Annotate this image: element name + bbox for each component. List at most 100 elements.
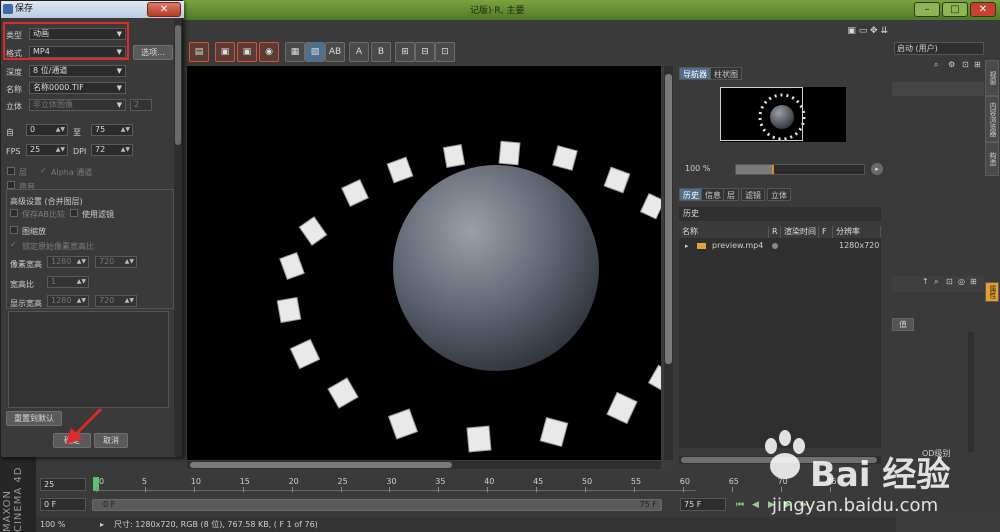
lock-icon[interactable]: ⊡ — [962, 60, 969, 69]
tab-history[interactable]: 历史 — [679, 188, 703, 201]
lock-icon-2[interactable]: ⊡ — [946, 277, 953, 286]
render-view[interactable] — [187, 66, 661, 460]
tick-mark — [242, 487, 244, 492]
spinner-icon[interactable]: ▲▼ — [121, 145, 130, 155]
col-f[interactable]: F — [819, 226, 833, 238]
range-end-label: 75 F — [639, 500, 657, 509]
col-r[interactable]: R — [769, 226, 781, 238]
dialog-close-button[interactable]: ✕ — [147, 2, 181, 17]
stereo-label: 立体 — [6, 102, 22, 111]
set-b-button[interactable]: B — [371, 42, 391, 62]
spinner-icon[interactable]: ▲▼ — [121, 125, 130, 135]
history-title: 历史 — [679, 207, 881, 221]
reset-button[interactable]: 重置到默认 — [6, 411, 62, 426]
navigator-zoom-slider[interactable] — [735, 164, 865, 175]
tab-filters[interactable]: 滤镜 — [741, 188, 765, 201]
side-tab-structure[interactable]: 构造 — [985, 142, 999, 176]
sound-checkbox[interactable] — [7, 181, 15, 189]
tab-layers[interactable]: 层 — [723, 188, 739, 201]
fps-value: 25 — [30, 145, 41, 154]
spinner-icon[interactable]: ▲▼ — [56, 145, 65, 155]
advanced-group — [6, 189, 174, 309]
frame-range-bar[interactable]: 0 F 75 F — [92, 499, 662, 511]
attr-scrollbar[interactable] — [968, 332, 974, 452]
search-icon[interactable]: ⌕ — [934, 60, 938, 70]
options-button[interactable]: 选项... — [133, 45, 173, 60]
expand-arrow-icon[interactable]: ▸ — [685, 240, 689, 252]
tab-histogram[interactable]: 柱状图 — [710, 67, 742, 80]
go-to-start-icon[interactable]: ⏮ — [736, 500, 744, 510]
cube — [289, 338, 321, 370]
tab-stereo[interactable]: 立体 — [767, 188, 791, 201]
ab-swap-button[interactable]: AB — [325, 42, 345, 62]
cube — [539, 416, 569, 448]
save-picture-button[interactable]: ▤ — [189, 42, 209, 62]
gear-icon[interactable]: ⚙ — [948, 60, 955, 69]
cube — [387, 408, 419, 440]
render-region-button[interactable]: ▣ — [215, 42, 235, 62]
from-field[interactable]: 0 ▲▼ — [26, 124, 68, 136]
name-select[interactable]: 名称0000.TIF ▼ — [29, 82, 126, 94]
circle-icon[interactable]: ◎ — [958, 277, 965, 286]
tick-label: 45 — [533, 477, 544, 486]
minimize-button[interactable]: – — [914, 2, 940, 17]
dpi-field[interactable]: 72 ▲▼ — [91, 144, 133, 156]
watermark-url: jingyan.baidu.com — [772, 495, 939, 516]
depth-select[interactable]: 8 位/通道 ▼ — [29, 65, 126, 77]
render-active-button[interactable]: ◉ — [259, 42, 279, 62]
dialog-scrollbar[interactable] — [174, 19, 182, 457]
side-tab-attributes[interactable]: 属性 — [985, 282, 999, 302]
search-icon-2[interactable]: ⌕ — [934, 277, 938, 287]
current-frame-field[interactable]: 25 — [40, 478, 86, 491]
render-vertical-scrollbar[interactable] — [664, 66, 673, 460]
split-button[interactable]: ▧ — [305, 42, 325, 62]
layout-select[interactable]: 启动 (用户) — [894, 42, 984, 55]
col-name[interactable]: 名称 — [679, 226, 769, 238]
maximize-button[interactable]: □ — [942, 2, 968, 17]
col-render-time[interactable]: 渲染时间 — [781, 226, 819, 238]
tick-label: 60 — [679, 477, 690, 486]
tab-info[interactable]: 信息 — [701, 188, 725, 201]
history-table: 名称 R 渲染时间 F 分辨率 ▸ preview.mp4 1280x720 — [679, 226, 881, 448]
fps-field[interactable]: 25 ▲▼ — [26, 144, 68, 156]
set-a-button[interactable]: A — [349, 42, 369, 62]
render-view-button[interactable]: ▣ — [237, 42, 257, 62]
to-field[interactable]: 75 ▲▼ — [91, 124, 133, 136]
frame-icon[interactable]: ⊡ — [435, 42, 455, 62]
up-arrow-icon[interactable]: ↑ — [922, 277, 929, 286]
step-back-icon[interactable]: ◀ — [752, 500, 759, 510]
navigator-view-box[interactable] — [720, 87, 803, 141]
spinner-icon[interactable]: ▲▼ — [56, 125, 65, 135]
start-frame-field[interactable]: 0 F — [40, 498, 86, 511]
layers-checkbox[interactable] — [7, 167, 15, 175]
scroll-thumb[interactable] — [665, 74, 672, 364]
tab-navigator[interactable]: 导航器 — [679, 67, 711, 80]
close-button[interactable]: ✕ — [970, 2, 996, 17]
chevron-down-icon: ▼ — [116, 84, 122, 92]
col-resolution[interactable]: 分辨率 — [833, 226, 881, 238]
cube — [442, 144, 466, 168]
side-tab-viewport[interactable]: 视窗 — [985, 60, 999, 96]
tick-label: 25 — [337, 477, 348, 486]
stereo-number[interactable]: 2 — [130, 99, 152, 111]
attr-value-tab[interactable]: 值 — [892, 318, 914, 331]
fit-icon[interactable]: ⊞ — [395, 42, 415, 62]
side-tab-content-browser[interactable]: 内容浏览器 — [985, 96, 999, 142]
end-frame-field[interactable]: 75 F — [680, 498, 726, 511]
alpha-checkbox[interactable]: ✓ — [40, 166, 47, 175]
render-horizontal-scrollbar[interactable] — [187, 461, 661, 469]
view-layout-icons[interactable]: ▣ ▭ ✥ ⇊ — [847, 26, 888, 36]
tick-mark — [291, 487, 293, 492]
grid-icon[interactable]: ⊟ — [415, 42, 435, 62]
stereo-select[interactable]: 非立体图像 ▼ — [29, 99, 126, 111]
attribute-toolbar: ↑ ⌕ ⊡ ◎ ⊞ — [892, 276, 984, 292]
scroll-thumb[interactable] — [190, 462, 452, 468]
history-row[interactable]: ▸ preview.mp4 1280x720 — [679, 240, 881, 252]
zoom-menu-icon[interactable]: ▸ — [871, 163, 883, 175]
zoom-arrow-icon[interactable]: ▸ — [100, 517, 104, 532]
ab-compare-button[interactable]: ▦ — [285, 42, 305, 62]
scroll-thumb[interactable] — [175, 25, 181, 145]
baidu-paw-logo — [765, 430, 805, 479]
expand-icon[interactable]: ⊞ — [974, 60, 981, 69]
expand-icon-2[interactable]: ⊞ — [970, 277, 977, 286]
